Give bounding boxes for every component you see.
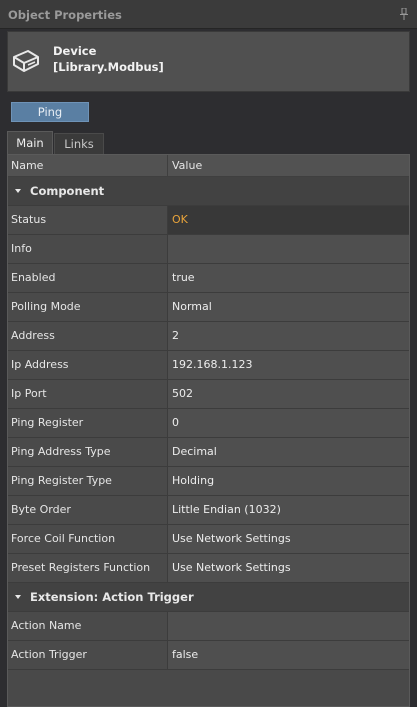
property-value: Use Network Settings <box>172 561 291 574</box>
property-value: Use Network Settings <box>172 532 291 545</box>
property-name: Enabled <box>11 271 56 284</box>
property-name: Address <box>11 329 55 342</box>
property-name: Preset Registers Function <box>11 561 151 574</box>
property-row-ip-port[interactable]: Ip Port 502 <box>8 380 409 409</box>
property-row-polling-mode[interactable]: Polling Mode Normal <box>8 293 409 322</box>
property-name: Status <box>11 213 47 226</box>
property-row-ping-register[interactable]: Ping Register 0 <box>8 409 409 438</box>
category-extension-action-trigger[interactable]: Extension: Action Trigger <box>8 583 409 612</box>
caret-down-icon[interactable] <box>14 595 22 600</box>
category-label: Extension: Action Trigger <box>30 590 194 604</box>
ping-button[interactable]: Ping <box>11 102 89 122</box>
category-component[interactable]: Component <box>8 177 409 206</box>
property-value: 0 <box>172 416 179 429</box>
object-type: [Library.Modbus] <box>53 60 164 74</box>
property-name: Info <box>11 242 32 255</box>
property-value: 2 <box>172 329 179 342</box>
caret-down-icon[interactable] <box>14 189 22 194</box>
column-name-header[interactable]: Name <box>11 159 43 172</box>
property-value: Holding <box>172 474 215 487</box>
property-row-preset-registers-function[interactable]: Preset Registers Function Use Network Se… <box>8 554 409 583</box>
property-value: true <box>172 271 195 284</box>
property-name: Byte Order <box>11 503 71 516</box>
property-row-ping-register-type[interactable]: Ping Register Type Holding <box>8 467 409 496</box>
category-label: Component <box>30 184 105 198</box>
property-row-status[interactable]: Status OK <box>8 206 409 235</box>
property-value: 502 <box>172 387 193 400</box>
panel-title: Object Properties <box>8 8 122 22</box>
property-value: 192.168.1.123 <box>172 358 253 371</box>
property-name: Ping Register <box>11 416 84 429</box>
property-value: Normal <box>172 300 212 313</box>
property-name: Polling Mode <box>11 300 81 313</box>
grid-column-header: Name Value <box>8 155 409 177</box>
property-grid: Name Value Component Status OK Info Enab… <box>7 154 410 707</box>
object-name: Device <box>53 44 97 58</box>
device-icon <box>13 50 39 72</box>
property-name: Ping Register Type <box>11 474 112 487</box>
property-row-action-trigger[interactable]: Action Trigger false <box>8 641 409 670</box>
panel-titlebar: Object Properties <box>0 0 417 29</box>
property-row-ping-address-type[interactable]: Ping Address Type Decimal <box>8 438 409 467</box>
property-name: Ip Address <box>11 358 69 371</box>
property-row-ip-address[interactable]: Ip Address 192.168.1.123 <box>8 351 409 380</box>
column-value-header[interactable]: Value <box>172 159 202 172</box>
property-value: Little Endian (1032) <box>172 503 281 516</box>
object-header: Device [Library.Modbus] <box>7 31 410 92</box>
property-value: false <box>172 648 199 661</box>
property-rows: Component Status OK Info Enabled true Po… <box>8 177 409 670</box>
property-row-action-name[interactable]: Action Name <box>8 612 409 641</box>
property-value: Decimal <box>172 445 217 458</box>
property-row-info[interactable]: Info <box>8 235 409 264</box>
tab-main[interactable]: Main <box>7 131 53 155</box>
property-row-address[interactable]: Address 2 <box>8 322 409 351</box>
property-row-enabled[interactable]: Enabled true <box>8 264 409 293</box>
column-divider[interactable] <box>167 155 168 177</box>
pin-icon[interactable] <box>400 8 408 20</box>
property-name: Force Coil Function <box>11 532 116 545</box>
property-row-force-coil-function[interactable]: Force Coil Function Use Network Settings <box>8 525 409 554</box>
property-name: Ip Port <box>11 387 47 400</box>
property-name: Ping Address Type <box>11 445 111 458</box>
property-name: Action Trigger <box>11 648 87 661</box>
property-name: Action Name <box>11 619 82 632</box>
property-row-byte-order[interactable]: Byte Order Little Endian (1032) <box>8 496 409 525</box>
status-value: OK <box>172 213 188 226</box>
tab-links[interactable]: Links <box>54 133 104 155</box>
